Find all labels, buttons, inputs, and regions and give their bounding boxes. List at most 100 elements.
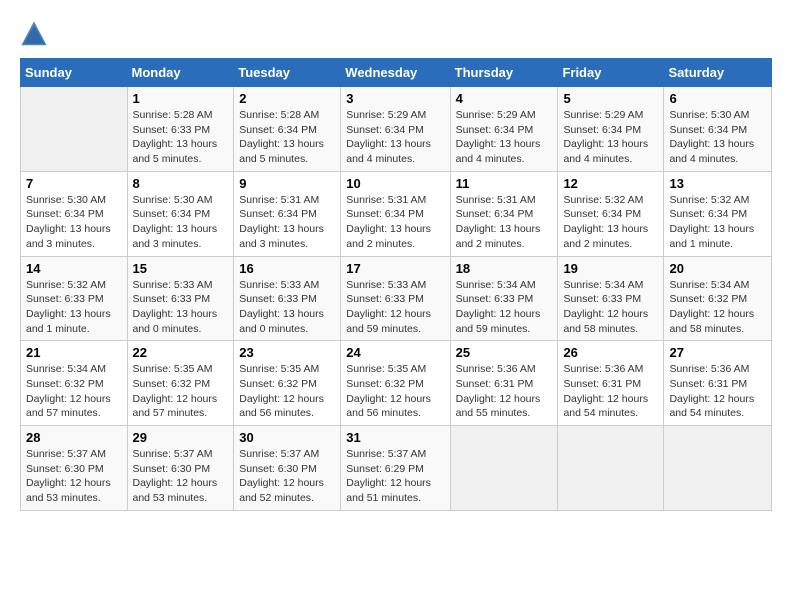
- calendar-cell: 7Sunrise: 5:30 AM Sunset: 6:34 PM Daylig…: [21, 171, 128, 256]
- calendar-cell: [21, 87, 128, 172]
- day-info: Sunrise: 5:37 AM Sunset: 6:30 PM Dayligh…: [239, 447, 335, 506]
- day-info: Sunrise: 5:34 AM Sunset: 6:32 PM Dayligh…: [26, 362, 122, 421]
- calendar-cell: 16 Sunrise: 5:33 AM Sunset: 6:33 PM Dayli…: [234, 256, 341, 341]
- day-number: 20: [669, 261, 766, 276]
- day-number: 12: [563, 176, 658, 191]
- calendar-cell: 15 Sunrise: 5:33 AM Sunset: 6:33 PM Dayli…: [127, 256, 234, 341]
- calendar-cell: 25 Sunrise: 5:36 AM Sunset: 6:31 PM Dayli…: [450, 341, 558, 426]
- day-info: Sunrise: 5:31 AM Sunset: 6:34 PM Dayligh…: [456, 193, 553, 252]
- day-number: 8: [133, 176, 229, 191]
- calendar-cell: 3Sunrise: 5:29 AM Sunset: 6:34 PM Daylig…: [341, 87, 450, 172]
- calendar-cell: 30 Sunrise: 5:37 AM Sunset: 6:30 PM Dayli…: [234, 426, 341, 511]
- day-number: 10: [346, 176, 444, 191]
- day-info: Sunrise: 5:30 AM Sunset: 6:34 PM Dayligh…: [669, 108, 766, 167]
- logo: [20, 20, 50, 48]
- day-number: 24: [346, 345, 444, 360]
- day-number: 27: [669, 345, 766, 360]
- day-info: Sunrise: 5:37 AM Sunset: 6:30 PM Dayligh…: [133, 447, 229, 506]
- day-number: 22: [133, 345, 229, 360]
- day-number: 13: [669, 176, 766, 191]
- calendar-cell: 11 Sunrise: 5:31 AM Sunset: 6:34 PM Dayli…: [450, 171, 558, 256]
- day-info: Sunrise: 5:32 AM Sunset: 6:34 PM Dayligh…: [563, 193, 658, 252]
- day-number: 26: [563, 345, 658, 360]
- calendar-cell: 9Sunrise: 5:31 AM Sunset: 6:34 PM Daylig…: [234, 171, 341, 256]
- day-info: Sunrise: 5:32 AM Sunset: 6:34 PM Dayligh…: [669, 193, 766, 252]
- calendar-table: SundayMondayTuesdayWednesdayThursdayFrid…: [20, 58, 772, 511]
- day-number: 21: [26, 345, 122, 360]
- calendar-header: SundayMondayTuesdayWednesdayThursdayFrid…: [21, 59, 772, 87]
- day-info: Sunrise: 5:36 AM Sunset: 6:31 PM Dayligh…: [456, 362, 553, 421]
- calendar-cell: 22 Sunrise: 5:35 AM Sunset: 6:32 PM Dayli…: [127, 341, 234, 426]
- calendar-cell: 31Sunrise: 5:37 AM Sunset: 6:29 PM Dayli…: [341, 426, 450, 511]
- calendar-body: 1Sunrise: 5:28 AM Sunset: 6:33 PM Daylig…: [21, 87, 772, 511]
- day-number: 11: [456, 176, 553, 191]
- day-number: 16: [239, 261, 335, 276]
- header-day-friday: Friday: [558, 59, 664, 87]
- day-info: Sunrise: 5:34 AM Sunset: 6:32 PM Dayligh…: [669, 278, 766, 337]
- day-info: Sunrise: 5:28 AM Sunset: 6:34 PM Dayligh…: [239, 108, 335, 167]
- calendar-cell: [558, 426, 664, 511]
- header-day-thursday: Thursday: [450, 59, 558, 87]
- calendar-cell: 1Sunrise: 5:28 AM Sunset: 6:33 PM Daylig…: [127, 87, 234, 172]
- day-info: Sunrise: 5:35 AM Sunset: 6:32 PM Dayligh…: [133, 362, 229, 421]
- week-row-1: 1Sunrise: 5:28 AM Sunset: 6:33 PM Daylig…: [21, 87, 772, 172]
- day-info: Sunrise: 5:34 AM Sunset: 6:33 PM Dayligh…: [456, 278, 553, 337]
- calendar-cell: 8 Sunrise: 5:30 AM Sunset: 6:34 PM Daylig…: [127, 171, 234, 256]
- calendar-cell: 20 Sunrise: 5:34 AM Sunset: 6:32 PM Dayli…: [664, 256, 772, 341]
- day-info: Sunrise: 5:33 AM Sunset: 6:33 PM Dayligh…: [346, 278, 444, 337]
- day-number: 2: [239, 91, 335, 106]
- day-number: 14: [26, 261, 122, 276]
- calendar-cell: 12 Sunrise: 5:32 AM Sunset: 6:34 PM Dayli…: [558, 171, 664, 256]
- day-info: Sunrise: 5:29 AM Sunset: 6:34 PM Dayligh…: [456, 108, 553, 167]
- day-number: 25: [456, 345, 553, 360]
- calendar-cell: 6 Sunrise: 5:30 AM Sunset: 6:34 PM Daylig…: [664, 87, 772, 172]
- day-number: 29: [133, 430, 229, 445]
- day-number: 30: [239, 430, 335, 445]
- day-number: 4: [456, 91, 553, 106]
- week-row-5: 28 Sunrise: 5:37 AM Sunset: 6:30 PM Dayli…: [21, 426, 772, 511]
- day-number: 23: [239, 345, 335, 360]
- day-number: 5: [563, 91, 658, 106]
- page-header: [20, 20, 772, 48]
- day-info: Sunrise: 5:34 AM Sunset: 6:33 PM Dayligh…: [563, 278, 658, 337]
- calendar-cell: [664, 426, 772, 511]
- week-row-2: 7 Sunrise: 5:30 AM Sunset: 6:34 PM Daylig…: [21, 171, 772, 256]
- calendar-cell: 28Sunrise: 5:37 AM Sunset: 6:30 PM Dayli…: [21, 426, 128, 511]
- calendar-cell: 18 Sunrise: 5:34 AM Sunset: 6:33 PM Dayli…: [450, 256, 558, 341]
- day-info: Sunrise: 5:33 AM Sunset: 6:33 PM Dayligh…: [239, 278, 335, 337]
- day-number: 17: [346, 261, 444, 276]
- calendar-cell: 23 Sunrise: 5:35 AM Sunset: 6:32 PM Dayli…: [234, 341, 341, 426]
- day-info: Sunrise: 5:33 AM Sunset: 6:33 PM Dayligh…: [133, 278, 229, 337]
- header-day-saturday: Saturday: [664, 59, 772, 87]
- calendar-cell: 21 Sunrise: 5:34 AM Sunset: 6:32 PM Dayli…: [21, 341, 128, 426]
- logo-icon: [20, 20, 48, 48]
- day-number: 19: [563, 261, 658, 276]
- day-info: Sunrise: 5:29 AM Sunset: 6:34 PM Dayligh…: [346, 108, 444, 167]
- day-number: 15: [133, 261, 229, 276]
- header-row: SundayMondayTuesdayWednesdayThursdayFrid…: [21, 59, 772, 87]
- day-number: 28: [26, 430, 122, 445]
- day-info: Sunrise: 5:37 AM Sunset: 6:29 PM Dayligh…: [346, 447, 444, 506]
- header-day-monday: Monday: [127, 59, 234, 87]
- calendar-cell: 5 Sunrise: 5:29 AM Sunset: 6:34 PM Daylig…: [558, 87, 664, 172]
- day-info: Sunrise: 5:30 AM Sunset: 6:34 PM Dayligh…: [133, 193, 229, 252]
- day-number: 6: [669, 91, 766, 106]
- day-number: 9: [239, 176, 335, 191]
- calendar-cell: 4 Sunrise: 5:29 AM Sunset: 6:34 PM Daylig…: [450, 87, 558, 172]
- calendar-cell: 14Sunrise: 5:32 AM Sunset: 6:33 PM Dayli…: [21, 256, 128, 341]
- calendar-cell: 13 Sunrise: 5:32 AM Sunset: 6:34 PM Dayli…: [664, 171, 772, 256]
- day-info: Sunrise: 5:36 AM Sunset: 6:31 PM Dayligh…: [563, 362, 658, 421]
- day-number: 7: [26, 176, 122, 191]
- day-info: Sunrise: 5:29 AM Sunset: 6:34 PM Dayligh…: [563, 108, 658, 167]
- calendar-cell: 2 Sunrise: 5:28 AM Sunset: 6:34 PM Daylig…: [234, 87, 341, 172]
- week-row-4: 21 Sunrise: 5:34 AM Sunset: 6:32 PM Dayli…: [21, 341, 772, 426]
- day-number: 18: [456, 261, 553, 276]
- header-day-tuesday: Tuesday: [234, 59, 341, 87]
- day-info: Sunrise: 5:31 AM Sunset: 6:34 PM Dayligh…: [346, 193, 444, 252]
- calendar-cell: 26 Sunrise: 5:36 AM Sunset: 6:31 PM Dayli…: [558, 341, 664, 426]
- day-info: Sunrise: 5:35 AM Sunset: 6:32 PM Dayligh…: [239, 362, 335, 421]
- day-info: Sunrise: 5:36 AM Sunset: 6:31 PM Dayligh…: [669, 362, 766, 421]
- calendar-cell: 27 Sunrise: 5:36 AM Sunset: 6:31 PM Dayli…: [664, 341, 772, 426]
- day-number: 1: [133, 91, 229, 106]
- day-info: Sunrise: 5:35 AM Sunset: 6:32 PM Dayligh…: [346, 362, 444, 421]
